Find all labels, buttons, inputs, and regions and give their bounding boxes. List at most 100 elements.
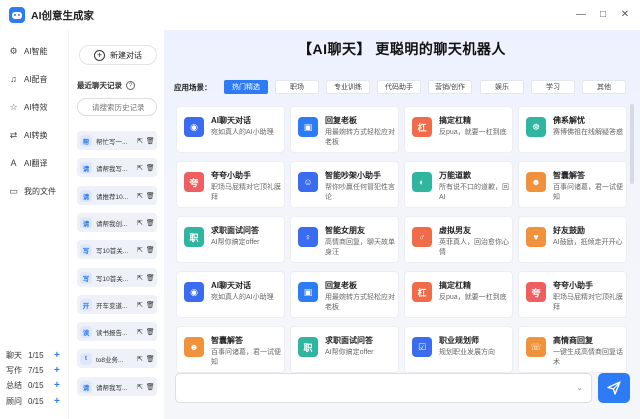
quota-add-button[interactable]: + [54,350,60,361]
share-icon[interactable]: ⇱ [137,192,143,200]
scenario-card[interactable]: ◉ AI聊天对话 宛如真人的AI小助理 [176,271,285,318]
card-icon: 职 [184,227,204,247]
scenario-card[interactable]: 职求职面试问答 AI帮你搞定offer [290,326,399,373]
card-desc: 所有说不口的道歉，回AI [439,184,509,201]
card-title: 虚拟男友 [439,226,471,235]
delete-icon[interactable]: 🗑 [146,192,155,200]
history-item[interactable]: t to8业务... ⇱ 🗑 [77,349,157,368]
scenario-card[interactable]: ☏ 高情商回复 一键生成高情商回复话术 [518,326,627,373]
audio-icon: ♫ [10,74,17,84]
history-item[interactable]: 请请帮我写... ⇱ 🗑 [77,158,157,177]
tab-5[interactable]: 娱乐 [480,80,524,94]
share-icon[interactable]: ⇱ [137,301,143,309]
share-icon[interactable]: ⇱ [137,274,143,282]
history-item[interactable]: 请请推荐10... ⇱ 🗑 [77,186,157,205]
tab-0[interactable]: 热门精选 [224,80,268,94]
history-item[interactable]: 读读书报告... ⇱ 🗑 [77,322,157,341]
delete-icon[interactable]: 🗑 [146,328,155,336]
nav-item-label: AI翻译 [24,158,48,168]
scenario-card[interactable]: 职求职面试问答 AI帮你搞定offer [176,216,285,263]
share-icon[interactable]: ⇱ [137,383,143,391]
card-desc: 百事问诸葛，君一试便知 [211,349,281,366]
delete-icon[interactable]: 🗑 [146,274,155,282]
history-item-text: 写10首关... [96,247,129,255]
send-button[interactable] [598,373,630,403]
card-title: 求职面试问答 [325,336,373,345]
help-icon[interactable]: ? [126,81,135,90]
nav-item-2[interactable]: ☆ AI特效 [8,100,48,114]
scenario-card[interactable]: ◐ 万能道歉 所有说不口的道歉，回AI [404,161,513,208]
card-desc: 反pua，就要一杠到底 [439,294,507,301]
scenario-card[interactable]: ☸ 佛系解忧 赛博佛祖在线解疑答惑 [518,106,627,153]
tab-7[interactable]: 其他 [582,80,626,94]
share-icon[interactable]: ⇱ [137,328,143,336]
delete-icon[interactable]: 🗑 [146,301,155,309]
history-title: 最近聊天记录 ? [77,80,135,91]
delete-icon[interactable]: 🗑 [146,137,155,145]
nav-item-0[interactable]: ⚙ AI智能 [8,44,47,58]
delete-icon[interactable]: 🗑 [146,219,155,227]
history-item[interactable]: 开开车变道... ⇱ 🗑 [77,295,157,314]
share-icon[interactable]: ⇱ [137,355,143,363]
convert-icon: ⇄ [9,129,18,140]
history-item-text: 帮忙写一... [96,138,128,146]
scenario-card[interactable]: ☑ 职业规划师 规划职业发展方向 [404,326,513,373]
history-item[interactable]: 写写10首关... ⇱ 🗑 [77,240,157,259]
minimize-icon[interactable]: — [572,6,590,22]
card-desc: 宛如真人的AI小助理 [211,294,274,301]
delete-icon[interactable]: 🗑 [146,383,155,391]
tab-2[interactable]: 专业训练 [326,80,370,94]
nav-item-1[interactable]: ♫ AI配音 [8,72,47,86]
history-item-text: 写10首关... [96,275,129,283]
scenario-card[interactable]: 杠搞定杠精 反pua，就要一杠到底 [404,271,513,318]
tab-6[interactable]: 学习 [531,80,575,94]
scenario-card[interactable]: ▣ 回复老板 用最婉转方式轻松应对老板 [290,106,399,153]
chat-input[interactable]: ⌄ [175,373,592,403]
history-item-badge: t [80,352,92,365]
history-search-input[interactable] [77,98,157,116]
tab-1[interactable]: 职场 [275,80,319,94]
nav-item-3[interactable]: ⇄ AI转换 [8,128,48,142]
nav-item-4[interactable]: A AI翻译 [8,156,48,170]
share-icon[interactable]: ⇱ [137,164,143,172]
scrollbar[interactable] [630,104,634,184]
share-icon[interactable]: ⇱ [137,219,143,227]
history-item[interactable]: 写写10首关... ⇱ 🗑 [77,268,157,287]
nav-item-label: 我的文件 [24,186,56,196]
delete-icon[interactable]: 🗑 [146,164,155,172]
scenario-card[interactable]: ♥ 好友鼓励 AI鼓励，抵倾走开开心 [518,216,627,263]
history-item[interactable]: 请请帮我写... ⇱ 🗑 [77,377,157,396]
scenario-card[interactable]: ☺ 智能吵架小助手 帮你吵赢任何冒犯性言论 [290,161,399,208]
quota-add-button[interactable]: + [54,396,60,407]
translate-icon: A [10,158,17,168]
quota-add-button[interactable]: + [54,380,60,391]
tab-3[interactable]: 代码助手 [377,80,421,94]
new-chat-button[interactable]: + 新建对话 [79,45,157,65]
scenario-card[interactable]: 杠搞定杠精 反pua，就要一杠到底 [404,106,513,153]
close-icon[interactable]: ✕ [616,6,634,22]
tab-4[interactable]: 营销/创作 [428,80,472,94]
chevron-down-icon[interactable]: ⌄ [576,383,583,392]
scenario-card[interactable]: ☻ 智囊解答 百事问诸葛，君一试便知 [518,161,627,208]
nav-item-5[interactable]: ▭ 我的文件 [8,184,56,198]
maximize-icon[interactable]: □ [594,6,612,22]
quota-add-button[interactable]: + [54,365,60,376]
share-icon[interactable]: ⇱ [137,137,143,145]
scenario-card[interactable]: ◉ AI聊天对话 宛如真人的AI小助理 [176,106,285,153]
delete-icon[interactable]: 🗑 [146,355,155,363]
history-item[interactable]: 帮帮忙写一... ⇱ 🗑 [77,131,157,150]
scenario-card[interactable]: ▣ 回复老板 用最婉转方式轻松应对老板 [290,271,399,318]
history-item[interactable]: 请请帮我创... ⇱ 🗑 [77,213,157,232]
scenario-card[interactable]: ♀ 智能女朋友 高情商回复，聊天故单身汪 [290,216,399,263]
app-title: AI创意生成家 [31,9,94,22]
scenario-card[interactable]: ♂ 虚拟男友 英菲真人，回治愈你心情 [404,216,513,263]
scenario-card[interactable]: ☻ 智囊解答 百事问诸葛，君一试便知 [176,326,285,373]
delete-icon[interactable]: 🗑 [146,246,155,254]
scenario-card[interactable]: 夸夸夸小助手 职场马屁精对它顶礼膜拜 [518,271,627,318]
card-icon: ◉ [184,117,204,137]
card-title: 搞定杠精 [439,116,471,125]
share-icon[interactable]: ⇱ [137,246,143,254]
nav-item-label: AI特效 [24,102,48,112]
scenario-card[interactable]: 夸夸夸小助手 职场马屁精对它顶礼膜拜 [176,161,285,208]
card-desc: 帮你吵赢任何冒犯性言论 [325,184,395,201]
